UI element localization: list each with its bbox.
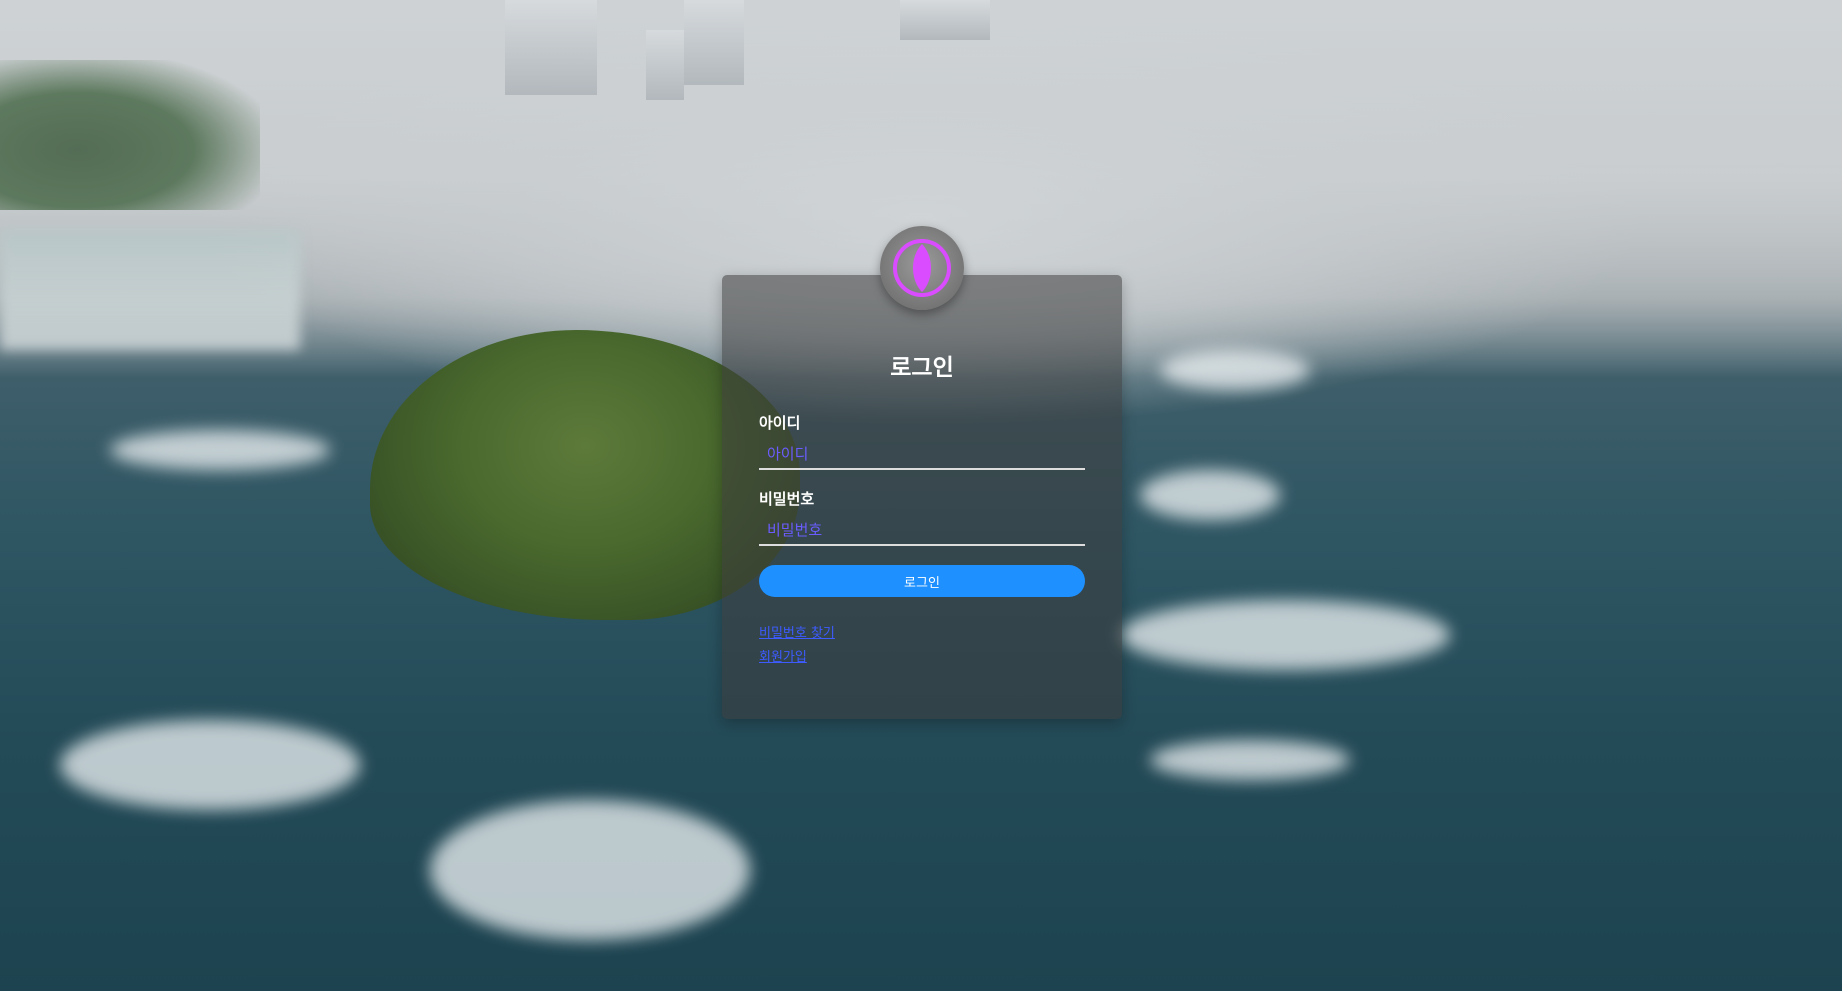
logo-badge — [880, 226, 964, 310]
background-foam — [430, 800, 750, 940]
background-building — [646, 30, 684, 100]
password-input[interactable] — [759, 516, 1085, 546]
background-building — [900, 0, 990, 40]
background-foam — [60, 720, 360, 810]
background-foam — [110, 430, 330, 470]
background-foam — [1120, 600, 1450, 670]
background-building — [684, 0, 744, 85]
background-waterfall — [0, 230, 300, 350]
background-foam — [1160, 350, 1310, 390]
login-button[interactable]: 로그인 — [759, 565, 1085, 597]
id-input[interactable] — [759, 440, 1085, 470]
background-foam — [1140, 470, 1280, 520]
signup-link[interactable]: 회원가입 — [759, 646, 807, 665]
logo-icon — [893, 239, 951, 297]
background-treeline — [0, 60, 260, 210]
find-password-link[interactable]: 비밀번호 찾기 — [759, 622, 835, 641]
password-label: 비밀번호 — [759, 490, 815, 508]
background-building — [505, 0, 597, 95]
background-foam — [1150, 740, 1350, 780]
id-label: 아이디 — [759, 414, 801, 432]
login-title: 로그인 — [890, 355, 954, 381]
